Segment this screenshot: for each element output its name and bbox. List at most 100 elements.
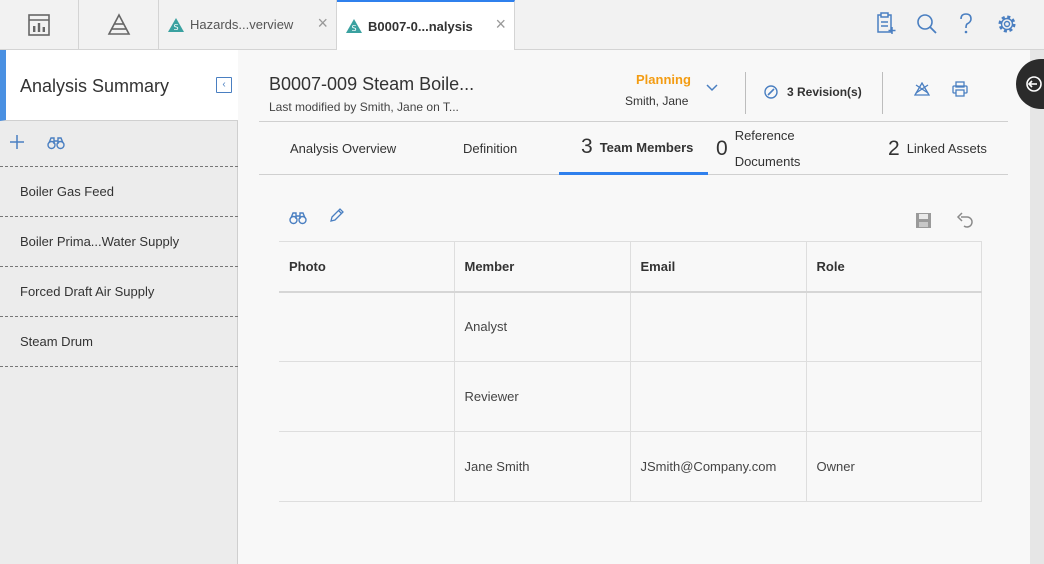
queue-icon — [877, 12, 896, 34]
pencil-icon — [330, 208, 344, 222]
tab-definition[interactable]: Definition — [463, 122, 517, 175]
analysis-summary-sidebar: Analysis Summary ‹ Boiler Gas Feed Boile… — [0, 50, 238, 564]
collapse-sidebar-button[interactable]: ‹ — [216, 77, 232, 93]
tab-count: 0 — [716, 136, 728, 160]
binoculars-icon — [47, 137, 65, 150]
close-icon[interactable]: × — [317, 14, 328, 32]
mark-button[interactable] — [914, 82, 930, 96]
member-cell: Jane Smith — [454, 431, 631, 502]
state-label[interactable]: Planning — [636, 72, 691, 87]
svg-text:S: S — [173, 23, 178, 32]
tab-b0007-analysis[interactable]: S B0007-0...nalysis × — [337, 0, 515, 50]
edit-button[interactable] — [328, 208, 344, 224]
sidebar-item-steam-drum[interactable]: Steam Drum — [0, 317, 238, 367]
role-cell: Owner — [806, 431, 982, 502]
compass-icon — [764, 85, 778, 99]
table-row[interactable]: Jane Smith JSmith@Company.com Owner — [279, 431, 982, 502]
top-bar: S Hazards...verview × S B0007-0...nalysi… — [0, 0, 1044, 50]
sidebar-toolbar — [0, 121, 238, 167]
sidebar-item-boiler-primary-water-supply[interactable]: Boiler Prima...Water Supply — [0, 217, 238, 267]
settings-button[interactable] — [996, 12, 1018, 36]
sidebar-item-label: Forced Draft Air Supply — [20, 284, 155, 299]
table-row[interactable]: Analyst — [279, 291, 982, 362]
photo-cell — [279, 291, 455, 362]
sidebar-item-boiler-gas-feed[interactable]: Boiler Gas Feed — [0, 167, 238, 217]
sidebar-item-label: Boiler Gas Feed — [20, 184, 114, 199]
divider — [882, 72, 883, 114]
tab-count: 2 — [888, 136, 900, 160]
tab-label: B0007-0...nalysis — [368, 18, 473, 34]
hazop-icon: S — [167, 17, 185, 33]
member-cell: Reviewer — [454, 361, 631, 432]
tab-label-line1: Reference — [734, 127, 795, 143]
right-rail — [1030, 50, 1044, 564]
sidebar-item-label: Boiler Prima...Water Supply — [20, 234, 180, 249]
gear-icon — [998, 15, 1016, 33]
help-button[interactable] — [957, 12, 975, 36]
tab-team-members[interactable]: 3 Team Members — [559, 122, 708, 175]
record-subtitle: Last modified by Smith, Jane on T... — [269, 100, 459, 114]
member-cell: Analyst — [454, 291, 631, 362]
hazards-pyramid-icon — [107, 12, 130, 35]
help-icon — [960, 13, 972, 34]
sidebar-item-label: Steam Drum — [20, 334, 93, 349]
tab-hazards-overview[interactable]: S Hazards...verview × — [159, 0, 337, 49]
hazop-icon: S — [345, 18, 363, 34]
state-user: Smith, Jane — [625, 94, 689, 108]
tab-linked-assets[interactable]: 2 Linked Assets — [888, 122, 987, 175]
revisions-button[interactable]: 3 Revision(s) — [764, 85, 862, 99]
column-header-member[interactable]: Member — [454, 241, 631, 293]
record-tabs: Analysis Overview Definition 3 Team Memb… — [259, 121, 1008, 175]
column-header-photo[interactable]: Photo — [279, 241, 455, 293]
tab-label: Analysis Overview — [290, 141, 397, 156]
revisions-label: 3 Revision(s) — [787, 85, 862, 99]
photo-cell — [279, 431, 455, 502]
search-icon — [917, 14, 937, 34]
dashboard-button[interactable] — [0, 0, 79, 49]
tab-count: 3 — [581, 135, 593, 158]
sidebar-header: Analysis Summary ‹ — [0, 50, 238, 121]
find-button[interactable] — [47, 135, 65, 151]
close-icon[interactable]: × — [495, 15, 506, 33]
sidebar-title: Analysis Summary — [20, 76, 170, 96]
tab-label: Definition — [463, 141, 518, 156]
tab-label-line2: Documents — [734, 153, 801, 169]
divider — [745, 72, 746, 114]
print-button[interactable] — [952, 81, 968, 97]
column-header-role[interactable]: Role — [806, 241, 982, 293]
table-header-row: Photo Member Email Role — [279, 241, 982, 293]
tab-label: Linked Assets — [906, 141, 987, 156]
plus-icon — [10, 135, 24, 149]
tab-label: Hazards...verview — [190, 17, 294, 32]
state-dropdown-button[interactable] — [705, 83, 719, 93]
record-title: B0007-009 Steam Boile... — [269, 74, 475, 94]
sidebar-item-forced-draft-air-supply[interactable]: Forced Draft Air Supply — [0, 267, 238, 317]
tab-analysis-overview[interactable]: Analysis Overview — [290, 122, 396, 175]
photo-cell — [279, 361, 455, 432]
record-main-panel: B0007-009 Steam Boile... Last modified b… — [238, 50, 1030, 564]
undo-button[interactable] — [956, 212, 974, 229]
save-icon — [916, 213, 931, 228]
add-button[interactable] — [9, 134, 25, 150]
binoculars-icon — [289, 212, 307, 225]
dashboard-icon — [28, 13, 50, 36]
role-cell — [806, 361, 982, 432]
column-header-email[interactable]: Email — [630, 241, 807, 293]
queue-button[interactable] — [876, 12, 896, 36]
email-cell: JSmith@Company.com — [630, 431, 807, 502]
email-cell — [630, 291, 807, 362]
tab-reference-documents[interactable]: 0 Reference Documents — [716, 122, 800, 175]
role-cell — [806, 291, 982, 362]
rail-toggle-icon — [1026, 76, 1042, 92]
hazards-nav-button[interactable] — [79, 0, 159, 49]
svg-text:S: S — [351, 24, 356, 33]
chevron-down-icon — [706, 84, 718, 92]
team-members-table: Photo Member Email Role Analyst Reviewer — [279, 241, 982, 502]
table-row[interactable]: Reviewer — [279, 361, 982, 432]
tab-label: Team Members — [599, 139, 694, 155]
tab-label: Reference Documents — [735, 123, 801, 175]
save-button[interactable] — [915, 212, 932, 229]
search-button[interactable] — [916, 12, 938, 36]
hazard-flag-icon — [914, 82, 930, 96]
find-button[interactable] — [289, 210, 307, 226]
